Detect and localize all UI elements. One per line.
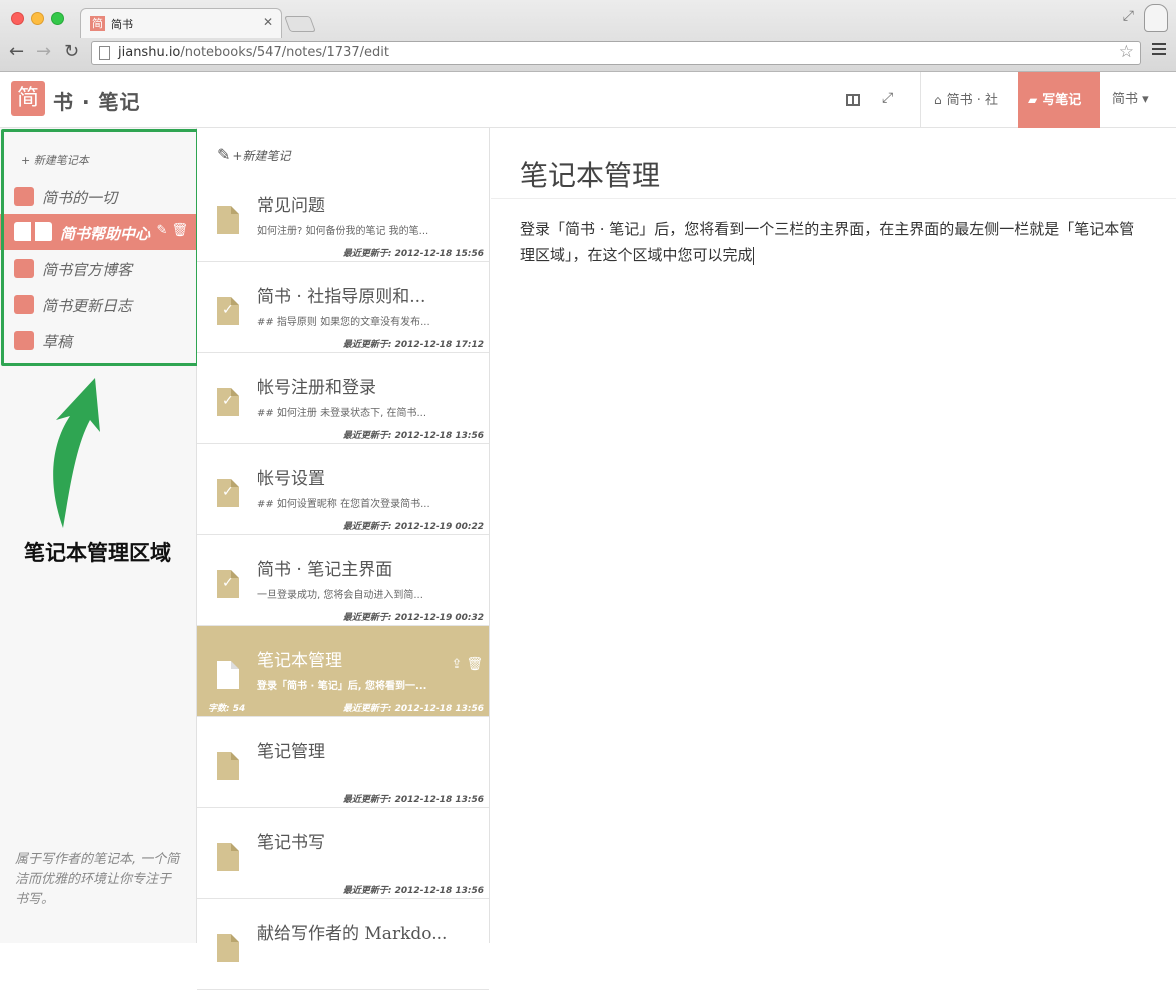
forward-arrow-icon[interactable]: → <box>36 42 51 62</box>
new-tab-button[interactable] <box>284 16 316 32</box>
favicon-icon: 简 <box>90 16 105 31</box>
note-actions: ⇪ 🗑 <box>451 657 483 672</box>
note-title-input[interactable]: 笔记本管理 <box>520 154 660 194</box>
note-document-icon <box>217 661 239 689</box>
note-document-icon <box>217 934 239 962</box>
close-window-button[interactable] <box>11 12 24 25</box>
bookmark-star-icon[interactable]: ☆ <box>1119 42 1134 62</box>
note-title: 帐号设置 <box>257 469 325 489</box>
note-item[interactable]: 常见问题如何注册? 如何备份我的笔记 我的笔... 最近更新于: 2012-12-… <box>197 171 489 262</box>
annotation-label: 笔记本管理区域 <box>24 541 171 565</box>
page-icon <box>99 46 110 60</box>
note-title: 常见问题 <box>257 196 325 216</box>
note-list-column: ✎ +新建笔记 常见问题如何注册? 如何备份我的笔记 我的笔... 最近更新于: 2… <box>197 128 490 990</box>
note-updated: 最近更新于: 2012-12-19 00:22 <box>342 522 484 532</box>
note-snippet: 如何注册? 如何备份我的笔记 我的笔... <box>257 226 429 237</box>
address-bar[interactable]: jianshu.io/notebooks/547/notes/1737/edit… <box>91 41 1141 65</box>
note-title: 笔记本管理 <box>257 651 342 671</box>
note-body-editor[interactable]: 登录「简书 · 笔记」后，您将看到一个三栏的主界面，在主界面的最左侧一栏就是「笔… <box>520 216 1145 268</box>
note-checked-icon: ✓ <box>217 388 239 416</box>
note-item[interactable]: 笔记本管理登录「简书 · 笔记」后, 您将看到一... 最近更新于: 2012-1… <box>197 626 489 717</box>
tab-close-icon[interactable]: ✕ <box>263 15 273 29</box>
note-title: 简书 · 笔记主界面 <box>257 560 393 580</box>
user-menu[interactable]: 简书 ▾ <box>1100 72 1161 128</box>
note-checked-icon: ✓ <box>217 479 239 507</box>
share-icon[interactable]: ⇪ <box>451 657 462 672</box>
editor-column: 笔记本管理 登录「简书 · 笔记」后，您将看到一个三栏的主界面，在主界面的最左侧… <box>491 128 1176 943</box>
annotation-highlight-box <box>1 129 199 366</box>
note-snippet: 登录「简书 · 笔记」后, 您将看到一... <box>257 681 427 692</box>
tab-title: 简书 <box>111 18 133 31</box>
editor-divider <box>491 198 1176 199</box>
pencil-icon: ✎ <box>217 145 231 164</box>
note-snippet: ## 如何注册 未登录状态下, 在简书... <box>257 408 427 419</box>
note-snippet: 一旦登录成功, 您将会自动进入到简... <box>257 590 423 601</box>
zoom-window-button[interactable] <box>51 12 64 25</box>
note-document-icon <box>217 843 239 871</box>
note-item[interactable]: 笔记书写最近更新于: 2012-12-18 13:56 <box>197 808 489 899</box>
profile-avatar[interactable] <box>1144 4 1168 32</box>
note-title: 笔记管理 <box>257 742 325 762</box>
note-document-icon <box>217 752 239 780</box>
note-updated: 最近更新于: 2012-12-18 13:56 <box>342 431 484 441</box>
note-title: 笔记书写 <box>257 833 325 853</box>
back-arrow-icon[interactable]: ← <box>9 42 24 62</box>
note-document-icon <box>217 206 239 234</box>
note-updated: 最近更新于: 2012-12-18 13:56 <box>342 886 484 896</box>
expand-icon[interactable]: ⤢ <box>882 90 893 106</box>
reload-icon[interactable]: ↻ <box>64 42 79 62</box>
trash-icon[interactable]: 🗑 <box>466 657 483 672</box>
note-checked-icon: ✓ <box>217 297 239 325</box>
note-checked-icon: ✓ <box>217 570 239 598</box>
note-item[interactable]: 献给写作者的 Markdo... <box>197 899 489 990</box>
note-title: 献给写作者的 Markdo... <box>257 924 448 944</box>
home-link[interactable]: ⌂ 简书 · 社 <box>922 72 1010 128</box>
header-divider <box>920 72 921 128</box>
note-item[interactable]: ✓ 帐号设置 ## 如何设置昵称 在您首次登录简书... 最近更新于: 2012-12… <box>197 444 489 535</box>
minimize-window-button[interactable] <box>31 12 44 25</box>
note-title: 帐号注册和登录 <box>257 378 376 398</box>
note-snippet: ## 指导原则 如果您的文章没有发布... <box>257 317 430 328</box>
note-item[interactable]: ✓ 简书 · 社指导原则和... ## 指导原则 如果您的文章没有发布... 最近更新… <box>197 262 489 353</box>
note-snippet: ## 如何设置昵称 在您首次登录简书... <box>257 499 430 510</box>
note-updated: 最近更新于: 2012-12-18 15:56 <box>342 249 484 259</box>
footer-note: 属于写作者的笔记本, 一个简洁而优雅的环境让你专注于书写。 <box>15 852 180 907</box>
note-updated: 最近更新于: 2012-12-18 17:12 <box>342 340 484 350</box>
note-word-count: 字数: 54 <box>208 704 246 714</box>
new-note-button[interactable]: ✎ +新建笔记 <box>217 145 290 164</box>
note-item[interactable]: ✓ 帐号注册和登录 ## 如何注册 未登录状态下, 在简书... 最近更新于: 201… <box>197 353 489 444</box>
url-text: jianshu.io/notebooks/547/notes/1737/edit <box>118 45 389 60</box>
app-header: 简 书 · 笔记 ⤢ ⌂ 简书 · 社 ▰ 写笔记 简书 ▾ <box>0 72 1176 128</box>
logo[interactable]: 简 <box>11 81 45 116</box>
book-icon: ▰ <box>1028 93 1038 107</box>
write-note-button[interactable]: ▰ 写笔记 <box>1018 72 1100 128</box>
note-updated: 最近更新于: 2012-12-19 00:32 <box>342 613 484 623</box>
note-updated: 最近更新于: 2012-12-18 13:56 <box>342 795 484 805</box>
browser-chrome: 简 简书 ✕ ⤢ ← → ↻ jianshu.io/notebooks/547/… <box>0 0 1176 72</box>
annotation-arrow-icon <box>53 378 100 528</box>
browser-tab[interactable]: 简 简书 ✕ <box>80 8 282 38</box>
note-item[interactable]: ✓ 简书 · 笔记主界面一旦登录成功, 您将会自动进入到简... 最近更新于: 20… <box>197 535 489 626</box>
split-view-icon[interactable] <box>846 94 860 106</box>
home-icon: ⌂ <box>934 93 942 107</box>
note-updated: 最近更新于: 2012-12-18 13:56 <box>342 704 484 714</box>
note-title: 简书 · 社指导原则和... <box>257 287 426 307</box>
caret-down-icon: ▾ <box>1138 92 1149 107</box>
browser-menu-icon[interactable] <box>1152 43 1166 58</box>
note-item[interactable]: 笔记管理最近更新于: 2012-12-18 13:56 <box>197 717 489 808</box>
fullscreen-icon[interactable]: ⤢ <box>1123 8 1134 24</box>
brand-title[interactable]: 书 · 笔记 <box>53 86 141 115</box>
text-caret <box>752 247 754 265</box>
